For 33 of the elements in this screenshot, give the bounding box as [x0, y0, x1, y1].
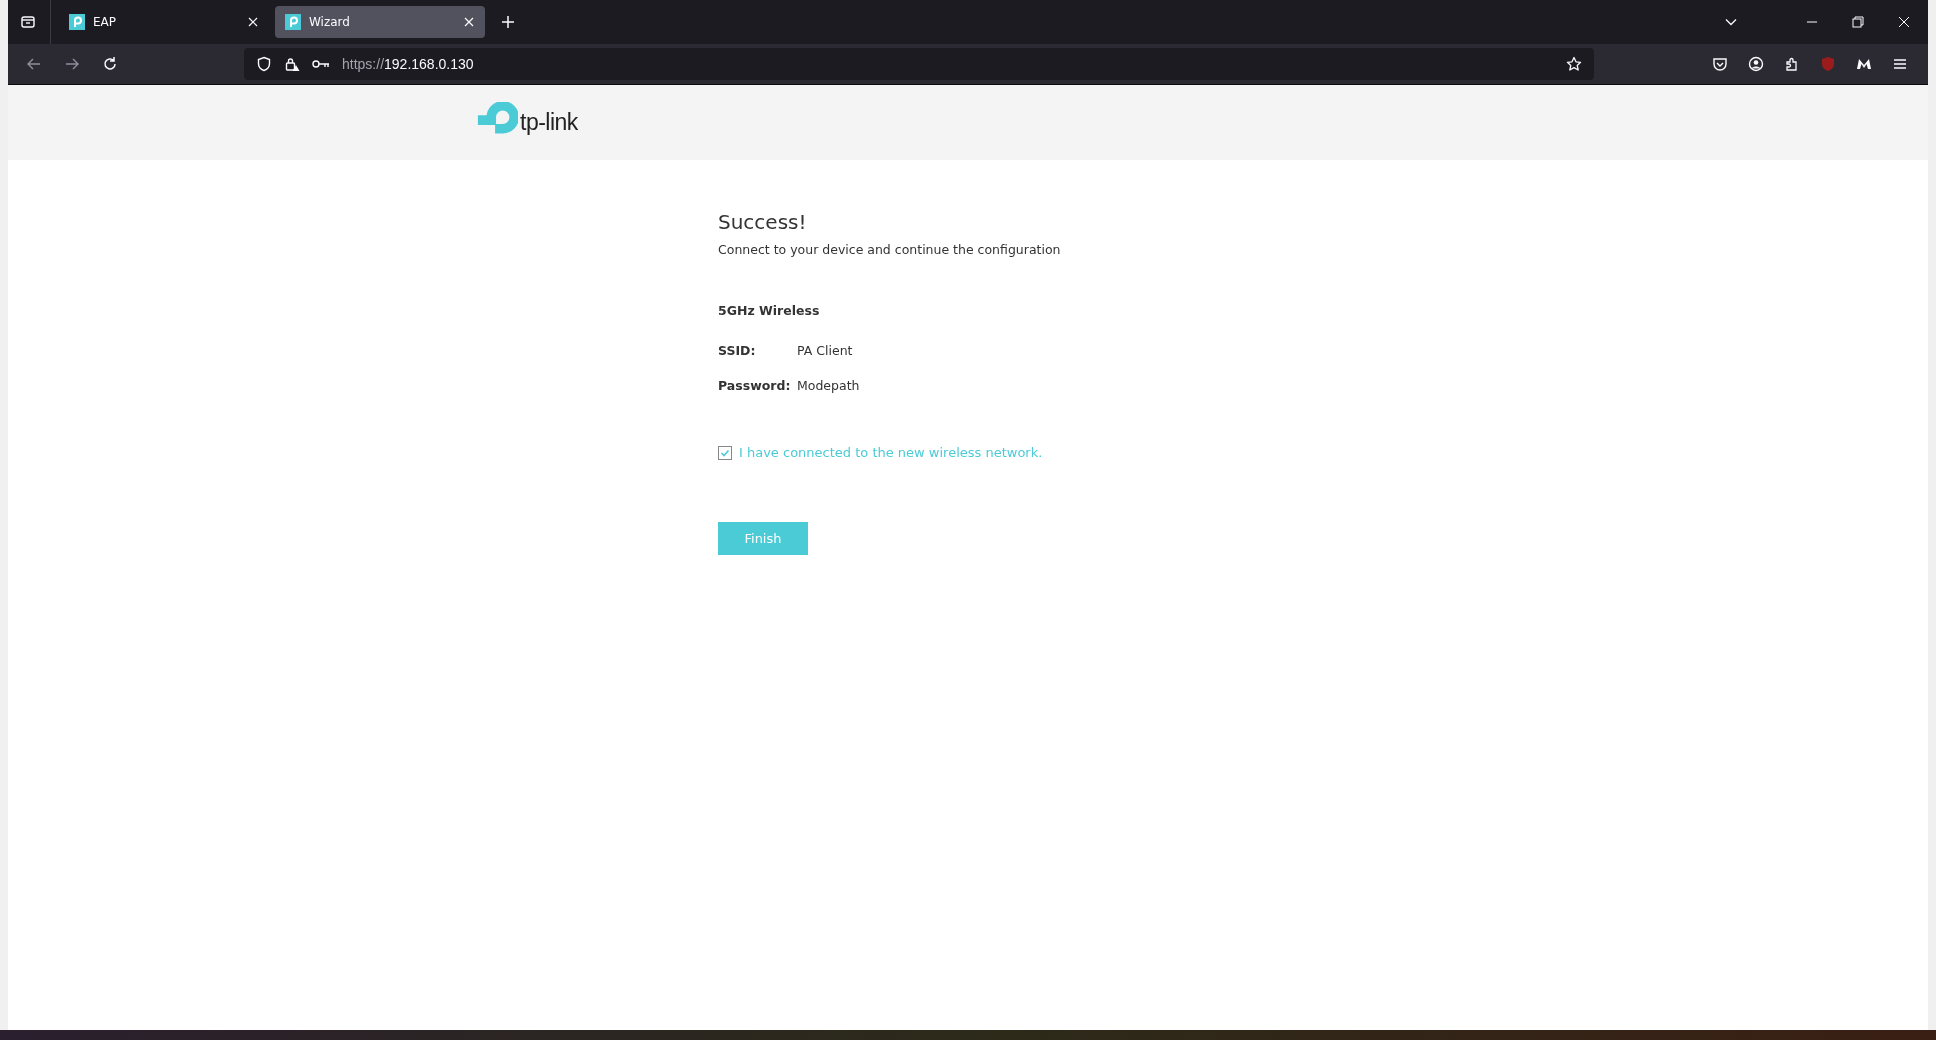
browser-tab[interactable]: Wizard: [275, 6, 485, 38]
field-value: Modepath: [797, 378, 860, 393]
subtitle-text: Connect to your device and continue the configuration: [718, 242, 1061, 257]
favicon-icon: [69, 14, 85, 30]
shield-icon[interactable]: [256, 56, 272, 72]
browser-tab[interactable]: EAP: [59, 6, 269, 38]
field-value: PA Client: [797, 343, 853, 358]
close-icon[interactable]: [1898, 16, 1910, 28]
star-icon[interactable]: [1566, 56, 1582, 72]
url-text[interactable]: https://192.168.0.130: [342, 56, 474, 72]
tab-list-icon[interactable]: [20, 14, 36, 30]
checkbox[interactable]: [718, 445, 732, 460]
address-bar[interactable]: https://192.168.0.130: [244, 48, 1594, 80]
menu-icon[interactable]: [1892, 56, 1908, 72]
section-heading: 5GHz Wireless: [718, 303, 820, 318]
field-label: Password:: [718, 378, 792, 393]
key-icon[interactable]: [312, 58, 330, 70]
reload-icon[interactable]: [102, 56, 118, 72]
restore-icon[interactable]: [1852, 16, 1864, 28]
puzzle-icon[interactable]: [1784, 56, 1800, 72]
pocket-icon[interactable]: [1712, 56, 1728, 72]
page-title: Success!: [718, 210, 807, 234]
field-label: SSID:: [718, 343, 757, 358]
account-icon[interactable]: [1748, 56, 1764, 72]
new-tab-icon[interactable]: [501, 15, 515, 29]
favicon-icon: [285, 14, 301, 30]
lock-warning-icon[interactable]: [284, 56, 300, 72]
forward-arrow-icon[interactable]: [64, 56, 80, 72]
close-icon[interactable]: [247, 16, 259, 28]
logo-text: tp-link: [520, 109, 578, 136]
checkmark-icon: [720, 447, 730, 458]
back-arrow-icon[interactable]: [26, 56, 42, 72]
close-icon[interactable]: [463, 16, 475, 28]
